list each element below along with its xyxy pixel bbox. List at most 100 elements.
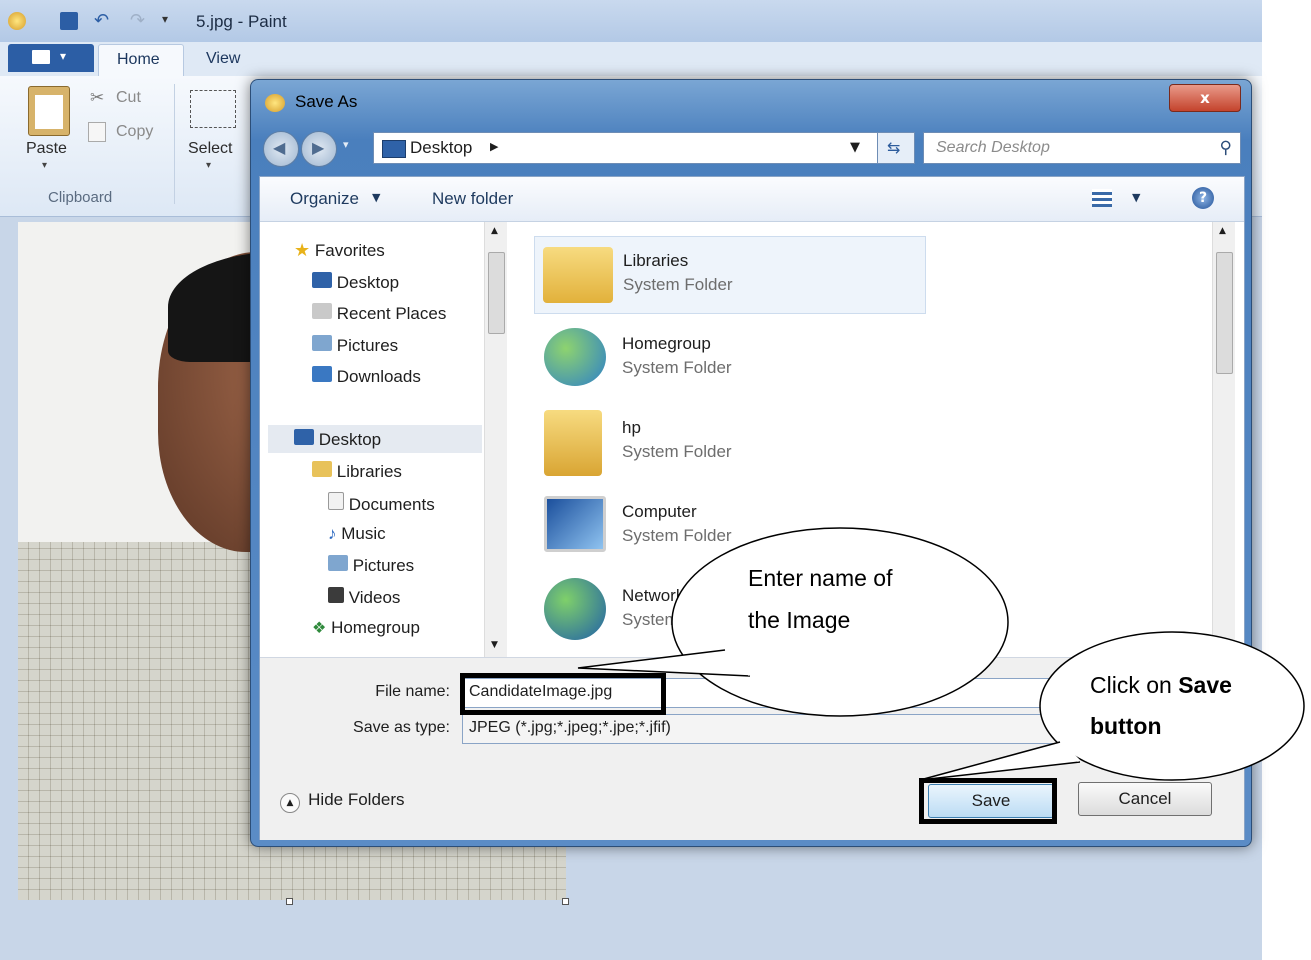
scroll-down-icon[interactable]: ▼ (491, 640, 498, 650)
select-dropdown-icon[interactable]: ▾ (206, 160, 211, 171)
documents-icon (328, 492, 344, 510)
clipboard-icon[interactable] (28, 86, 70, 136)
nav-libraries-label: Libraries (336, 462, 402, 481)
nav-item-pictures-library[interactable]: Pictures (328, 555, 414, 585)
paint-dialog-icon (265, 94, 285, 112)
hide-folders-label: Hide Folders (308, 790, 405, 809)
save-quick-icon[interactable] (60, 12, 78, 30)
save-as-type-label: Save as type: (353, 719, 450, 736)
forward-button[interactable]: ▶ (301, 131, 337, 167)
list-item[interactable]: Libraries System Folder (534, 236, 926, 314)
recent-places-icon (312, 303, 332, 319)
nav-item-label: Documents (348, 495, 435, 514)
ribbon-divider (174, 84, 175, 204)
paste-dropdown-icon[interactable]: ▾ (42, 160, 47, 171)
navigation-pane: ★ Favorites Desktop Recent Places Pictur… (260, 222, 500, 657)
refresh-button[interactable]: ⇆ (877, 132, 915, 164)
list-item[interactable]: Homegroup System Folder (534, 320, 924, 396)
callout-save-line1: Click on Save (1090, 672, 1232, 699)
star-icon: ★ (294, 240, 311, 260)
file-name-label: File name: (375, 683, 450, 700)
music-icon: ♪ (328, 524, 337, 543)
file-scroll-thumb[interactable] (1216, 252, 1233, 374)
scissors-icon[interactable]: ✂ (90, 88, 104, 108)
back-button[interactable]: ◀ (263, 131, 299, 167)
scroll-up-icon[interactable]: ▲ (1219, 226, 1226, 236)
title-bar: ↶ ↷ ▾ 5.jpg - Paint (0, 0, 1262, 42)
nav-item-videos[interactable]: Videos (328, 587, 400, 617)
tab-home-label: Home (117, 51, 160, 68)
navigation-bar: ◀ ▶ ▾ Desktop ▶ ▼ ⇆ Search Desktop ⚲ (259, 128, 1243, 168)
videos-icon (328, 587, 344, 603)
file-list-scrollbar[interactable]: ▲ (1212, 222, 1235, 657)
nav-homegroup-label: Homegroup (331, 618, 420, 637)
new-folder-button[interactable]: New folder (432, 189, 513, 209)
desktop-icon (294, 429, 314, 445)
file-type: System Folder (622, 442, 732, 461)
close-icon: x (1200, 89, 1210, 107)
address-dropdown-icon[interactable]: ▼ (850, 140, 860, 155)
homegroup-icon: ❖ (312, 620, 327, 637)
search-icon[interactable]: ⚲ (1220, 138, 1232, 158)
select-button[interactable]: Select (188, 140, 232, 158)
desktop-icon (312, 272, 332, 288)
address-location[interactable]: Desktop (410, 138, 472, 158)
organize-dropdown-icon[interactable]: ▼ (372, 191, 380, 204)
nav-libraries[interactable]: Libraries (312, 461, 402, 491)
nav-item-label: Downloads (336, 367, 421, 386)
select-icon[interactable] (190, 90, 236, 128)
nav-desktop[interactable]: Desktop (294, 429, 381, 459)
breadcrumb-arrow-icon[interactable]: ▶ (490, 140, 498, 153)
nav-item-recent-places[interactable]: Recent Places (312, 303, 446, 333)
dialog-title: Save As (295, 92, 358, 111)
nav-homegroup[interactable]: ❖ Homegroup (312, 618, 420, 648)
nav-favorites[interactable]: ★ Favorites (294, 240, 385, 270)
tab-view[interactable]: View (206, 50, 240, 68)
paste-button[interactable]: Paste (26, 140, 67, 158)
customize-quick-access-icon[interactable]: ▾ (162, 12, 168, 26)
menu-icon (32, 50, 50, 64)
nav-scrollbar[interactable]: ▲ ▼ (484, 222, 507, 657)
nav-item-label: Music (341, 524, 386, 543)
nav-item-pictures[interactable]: Pictures (312, 335, 398, 365)
close-button[interactable]: x (1169, 84, 1241, 112)
file-name: hp (622, 418, 641, 437)
redo-icon[interactable]: ↷ (130, 10, 145, 31)
nav-item-downloads[interactable]: Downloads (312, 366, 421, 396)
refresh-icon: ⇆ (887, 138, 901, 157)
back-arrow-icon: ◀ (273, 138, 286, 157)
nav-item-label: Pictures (352, 556, 415, 575)
nav-scroll-thumb[interactable] (488, 252, 505, 334)
collapse-icon: ▲ (280, 793, 300, 813)
callout-name-line2: the Image (748, 607, 851, 633)
search-input[interactable]: Search Desktop ⚲ (923, 132, 1241, 164)
resize-handle[interactable] (562, 898, 569, 905)
file-type: System Folder (622, 358, 732, 377)
paint-menu-button[interactable]: ▾ (8, 44, 94, 72)
nav-item-desktop[interactable]: Desktop (312, 272, 399, 302)
nav-item-music[interactable]: ♪ Music (328, 524, 386, 554)
list-item[interactable]: hp System Folder (534, 404, 924, 480)
help-icon[interactable]: ? (1192, 187, 1214, 209)
search-placeholder: Search Desktop (936, 139, 1050, 156)
clipboard-group-label: Clipboard (48, 189, 113, 206)
pictures-icon (312, 335, 332, 351)
copy-icon[interactable] (88, 122, 106, 142)
view-options-icon[interactable] (1092, 189, 1112, 207)
organize-button[interactable]: Organize (290, 189, 359, 209)
hide-folders-toggle[interactable]: ▲ Hide Folders (280, 790, 405, 813)
resize-handle[interactable] (286, 898, 293, 905)
address-bar[interactable]: Desktop ▶ ▼ (373, 132, 913, 164)
cut-button[interactable]: Cut (116, 89, 141, 107)
libraries-icon (312, 461, 332, 477)
view-dropdown-icon[interactable]: ▼ (1132, 191, 1140, 204)
dialog-toolbar: Organize ▼ New folder ▼ ? (260, 177, 1244, 222)
recent-pages-icon[interactable]: ▾ (343, 138, 349, 151)
desktop-icon (382, 140, 406, 158)
undo-icon[interactable]: ↶ (94, 10, 109, 31)
copy-button[interactable]: Copy (116, 123, 153, 141)
tab-home[interactable]: Home (98, 44, 184, 77)
file-name: Computer (622, 502, 697, 521)
nav-item-documents[interactable]: Documents (328, 492, 435, 522)
scroll-up-icon[interactable]: ▲ (491, 226, 498, 236)
